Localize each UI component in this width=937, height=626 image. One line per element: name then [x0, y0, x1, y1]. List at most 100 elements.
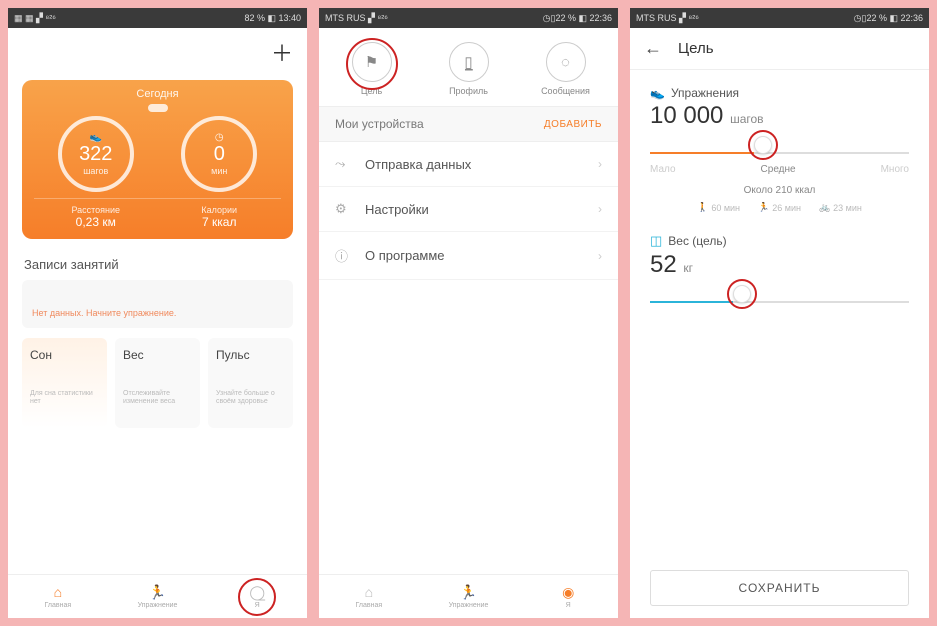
- statusbar-right: ◷▯22 % ◧ 22:36: [543, 13, 612, 24]
- row-settings[interactable]: ⚙ Настройки ›: [319, 187, 618, 232]
- tile-sleep-sub: Для сна статистики нет: [30, 390, 99, 407]
- walk-icon: 🚶: [697, 202, 708, 213]
- chevron-right-icon: ›: [598, 157, 602, 171]
- row-data-send[interactable]: ⤳ Отправка данных ›: [319, 142, 618, 187]
- add-device-button[interactable]: ДОБАВИТЬ: [544, 119, 602, 130]
- run-icon: 🏃: [460, 584, 477, 600]
- steps-ring: 👟 322 шагов: [58, 116, 134, 192]
- chevron-right-icon: ›: [598, 202, 602, 216]
- distance-stat: Расстояние 0,23 км: [34, 205, 158, 229]
- statusbar: MTS RUS ▞ ⁸²⁶ ◷▯22 % ◧ 22:36: [319, 8, 618, 28]
- weight-unit: кг: [683, 261, 693, 275]
- row-about-label: О программе: [365, 248, 445, 263]
- row-data-label: Отправка данных: [365, 157, 471, 172]
- weight-goal-block: ◫ Вес (цель) 52 кг: [630, 217, 929, 313]
- today-title: Сегодня: [34, 88, 281, 100]
- gear-icon: ⚙: [335, 201, 351, 217]
- user-card-icon: ▯̲: [464, 53, 472, 71]
- calories-label: Калории: [158, 205, 282, 215]
- activity-empty-text: Нет данных. Начните упражнение.: [32, 308, 176, 318]
- run-icon: 🏃: [758, 202, 769, 213]
- today-card[interactable]: Сегодня 👟 322 шагов ◷ 0 мин Расстояние 0…: [22, 80, 293, 239]
- nav-exercise-label: Упражнение: [419, 602, 519, 609]
- kcal-estimate: Около 210 ккал: [650, 185, 909, 196]
- tile-sleep[interactable]: Сон Для сна статистики нет: [22, 338, 107, 428]
- weight-value: 52: [650, 251, 677, 278]
- nav-exercise[interactable]: 🏃 Упражнение: [108, 584, 208, 609]
- exercise-unit: шагов: [730, 112, 763, 126]
- exercise-goal-block: 👟 Упражнения 10 000 шагов Мало Средне Мн…: [630, 70, 929, 217]
- card-pill-icon: [148, 104, 168, 112]
- exercise-label: Упражнения: [671, 86, 739, 100]
- home-icon: ⌂: [54, 584, 62, 600]
- tile-sleep-title: Сон: [30, 348, 99, 362]
- steps-slider[interactable]: [650, 144, 909, 160]
- tile-weight-title: Вес: [123, 348, 192, 362]
- statusbar-left: ▦ ▦ ▞ ⁸²⁶: [14, 13, 56, 24]
- home-icon: ⌂: [365, 584, 373, 600]
- highlight-circle-icon: [727, 279, 757, 309]
- run-icon: 🏃: [149, 584, 166, 600]
- distance-value: 0,23 км: [34, 215, 158, 229]
- weight-label: Вес (цель): [668, 234, 726, 248]
- bottom-nav: ⌂ Главная 🏃 Упражнение ◯̲ Я: [8, 574, 307, 618]
- messages-label: Сообщения: [517, 86, 614, 96]
- nav-home[interactable]: ⌂ Главная: [319, 584, 419, 609]
- activity-section-title: Записи занятий: [8, 243, 307, 280]
- exercise-value: 10 000: [650, 102, 723, 129]
- nav-home-label: Главная: [8, 602, 108, 609]
- highlight-circle-icon: [238, 578, 276, 616]
- user-icon: ◉: [562, 584, 574, 600]
- screen-profile: MTS RUS ▞ ⁸²⁶ ◷▯22 % ◧ 22:36 ⚑ Цель ▯̲ П…: [319, 8, 618, 618]
- time-label: мин: [211, 166, 227, 176]
- nav-home[interactable]: ⌂ Главная: [8, 584, 108, 609]
- tile-pulse[interactable]: Пульс Узнайте больше о своём здоровье: [208, 338, 293, 428]
- distance-label: Расстояние: [34, 205, 158, 215]
- statusbar-left: MTS RUS ▞ ⁸²⁶: [325, 13, 388, 24]
- screen-goal: MTS RUS ▞ ⁸²⁶ ◷▯22 % ◧ 22:36 ← Цель 👟 Уп…: [630, 8, 929, 618]
- statusbar: ▦ ▦ ▞ ⁸²⁶ 82 % ◧ 13:40: [8, 8, 307, 28]
- nav-me[interactable]: ◯̲ Я: [207, 584, 307, 609]
- goal-button[interactable]: ⚑ Цель: [323, 42, 420, 96]
- goal-header: ← Цель: [630, 28, 929, 70]
- steps-value: 322: [79, 143, 112, 166]
- back-icon[interactable]: ←: [644, 38, 662, 59]
- nav-home-label: Главная: [319, 602, 419, 609]
- activity-empty[interactable]: Нет данных. Начните упражнение.: [22, 280, 293, 328]
- tile-pulse-title: Пульс: [216, 348, 285, 362]
- devices-section: Мои устройства ДОБАВИТЬ: [319, 106, 618, 142]
- highlight-circle-icon: [748, 130, 778, 160]
- add-icon[interactable]: ＋: [271, 41, 293, 66]
- time-ring: ◷ 0 мин: [181, 116, 257, 192]
- activity-breakdown: 🚶60 мин 🏃26 мин 🚲23 мин: [650, 202, 909, 213]
- devices-label: Мои устройства: [335, 117, 424, 131]
- weight-slider[interactable]: [650, 293, 909, 309]
- row-about[interactable]: ⓘ О программе ›: [319, 232, 618, 280]
- screen-home: ▦ ▦ ▞ ⁸²⁶ 82 % ◧ 13:40 ＋ Сегодня 👟 322 ш…: [8, 8, 307, 618]
- profile-button[interactable]: ▯̲ Профиль: [420, 42, 517, 96]
- statusbar-left: MTS RUS ▞ ⁸²⁶: [636, 13, 699, 24]
- bike-icon: 🚲: [819, 202, 830, 213]
- nav-me[interactable]: ◉ Я: [518, 584, 618, 609]
- calories-value: 7 ккал: [158, 215, 282, 229]
- save-button[interactable]: СОХРАНИТЬ: [650, 570, 909, 606]
- shoe-icon: 👟: [650, 86, 665, 100]
- speech-icon: ◌: [561, 54, 570, 71]
- tile-weight-sub: Отслеживайте изменение веса: [123, 390, 192, 407]
- bottom-nav: ⌂ Главная 🏃 Упражнение ◉ Я: [319, 574, 618, 618]
- row-settings-label: Настройки: [365, 202, 429, 217]
- page-title: Цель: [678, 40, 714, 57]
- highlight-circle-icon: [346, 38, 398, 90]
- nav-exercise-label: Упражнение: [108, 602, 208, 609]
- statusbar: MTS RUS ▞ ⁸²⁶ ◷▯22 % ◧ 22:36: [630, 8, 929, 28]
- bike-time: 23 мин: [833, 203, 862, 213]
- profile-label: Профиль: [420, 86, 517, 96]
- calories-stat: Калории 7 ккал: [158, 205, 282, 229]
- messages-button[interactable]: ◌ Сообщения: [517, 42, 614, 96]
- clock-icon: ◷: [215, 132, 224, 143]
- nav-exercise[interactable]: 🏃 Упражнение: [419, 584, 519, 609]
- steps-label: шагов: [83, 166, 108, 176]
- statusbar-right: 82 % ◧ 13:40: [244, 13, 301, 24]
- nav-me-label: Я: [518, 602, 618, 609]
- tile-weight[interactable]: Вес Отслеживайте изменение веса: [115, 338, 200, 428]
